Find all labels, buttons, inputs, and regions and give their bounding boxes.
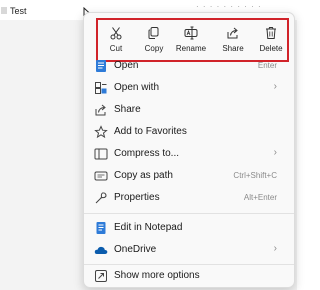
delete-button[interactable]: Delete: [253, 23, 289, 59]
menu-item-share[interactable]: Share: [89, 99, 289, 121]
share-button[interactable]: Share: [215, 23, 251, 59]
chevron-right-icon: ›: [273, 243, 277, 254]
desktop-area: Test · · · · · · · · · · Cut Copy Rename…: [0, 0, 297, 290]
cut-label: Cut: [109, 44, 123, 53]
menu-separator: [84, 213, 294, 214]
menu-item-add-to-favorites[interactable]: Add to Favorites: [89, 121, 289, 143]
wrench-icon: [95, 192, 107, 204]
menu-item-open[interactable]: Open Enter: [89, 55, 289, 77]
menu-item-label: Properties: [114, 192, 160, 203]
menu-item-open-with[interactable]: Open with ›: [89, 77, 289, 99]
scissors-icon: [110, 27, 122, 40]
menu-item-label: Add to Favorites: [114, 126, 187, 137]
delete-label: Delete: [259, 44, 283, 53]
cloud-icon: [94, 246, 108, 254]
path-icon: [94, 171, 108, 181]
menu-item-label: Copy as path: [114, 170, 173, 181]
menu-item-compress[interactable]: Compress to... ›: [89, 143, 289, 165]
star-icon: [94, 125, 108, 139]
menu-item-label: Compress to...: [114, 148, 180, 159]
menu-item-label: Edit in Notepad: [114, 222, 183, 233]
share-label: Share: [222, 44, 244, 53]
menu-item-label: OneDrive: [114, 244, 157, 255]
file-name: Test: [10, 6, 27, 16]
share-icon: [227, 27, 238, 39]
chevron-right-icon: ›: [273, 81, 277, 92]
copy-label: Copy: [144, 44, 164, 53]
menu-item-edit-in-notepad[interactable]: Edit in Notepad: [89, 217, 289, 239]
shortcut-text: Enter: [257, 61, 277, 70]
share-icon: [95, 104, 106, 116]
menu-item-label: Show more options: [114, 270, 200, 281]
archive-icon: [94, 148, 108, 160]
rename-label: Rename: [175, 44, 207, 53]
copy-icon: [148, 27, 159, 39]
shortcut-text: Alt+Enter: [243, 193, 277, 202]
menu-item-show-more-options[interactable]: Show more options: [89, 265, 289, 287]
open-with-icon: [95, 82, 107, 94]
rename-icon: [184, 26, 198, 40]
menu-item-label: Share: [114, 104, 141, 115]
menu-item-properties[interactable]: Properties Alt+Enter: [89, 187, 289, 209]
obscured-text: · · · · · · · · · ·: [196, 2, 262, 11]
menu-item-label: Open: [114, 60, 139, 71]
cut-button[interactable]: Cut: [98, 23, 134, 59]
menu-item-onedrive[interactable]: OneDrive ›: [89, 239, 289, 261]
copy-button[interactable]: Copy: [136, 23, 172, 59]
chevron-right-icon: ›: [273, 147, 277, 158]
notepad-icon: [96, 222, 106, 234]
context-menu: Cut Copy Rename Share Delete Open Enter …: [83, 12, 295, 288]
notepad-icon: [96, 60, 106, 72]
rename-button[interactable]: Rename: [173, 23, 209, 59]
menu-item-copy-as-path[interactable]: Copy as path Ctrl+Shift+C: [89, 165, 289, 187]
file-icon: [1, 7, 7, 14]
trash-icon: [266, 27, 276, 39]
expand-icon: [95, 270, 107, 282]
shortcut-text: Ctrl+Shift+C: [233, 171, 277, 180]
menu-item-label: Open with: [114, 82, 160, 93]
